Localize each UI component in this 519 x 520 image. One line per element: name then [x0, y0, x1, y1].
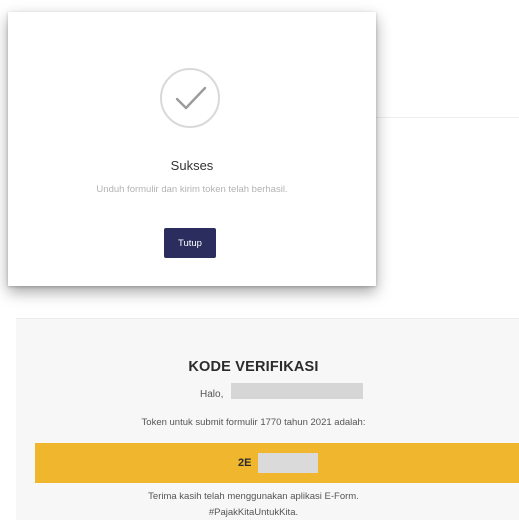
modal-title: Sukses [170, 158, 214, 173]
modal-message: Unduh formulir dan kirim token telah ber… [96, 184, 288, 195]
greeting-text: Halo, [200, 389, 224, 400]
hashtag-text: #PajakKitaUntukKita. [208, 507, 299, 518]
success-check-circle [160, 68, 220, 128]
success-modal: Sukses Unduh formulir dan kirim token te… [8, 12, 376, 286]
close-button[interactable]: Tutup [164, 228, 216, 258]
token-code: 2E [238, 457, 252, 469]
thanks-text: Terima kasih telah menggunakan aplikasi … [148, 491, 359, 502]
check-icon [175, 86, 207, 110]
token-intro-text: Token untuk submit formulir 1770 tahun 2… [141, 417, 366, 428]
verification-email: KODE VERIFIKASI Halo, Token untuk submit… [16, 318, 519, 520]
redacted-name [231, 383, 363, 399]
email-heading: KODE VERIFIKASI [188, 359, 319, 375]
page: Sukses Unduh formulir dan kirim token te… [0, 0, 519, 520]
redacted-token [258, 453, 318, 473]
